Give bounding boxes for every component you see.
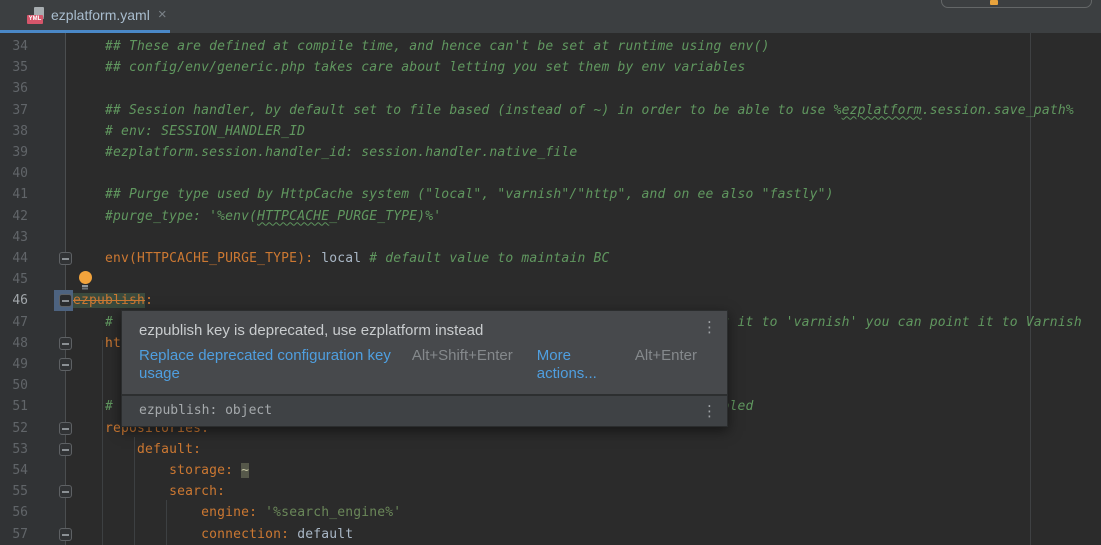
fold-collapse-icon[interactable] [59,337,72,350]
code-token: ## Session handler, by default set to fi… [73,103,842,118]
code-line: ## These are defined at compile time, an… [73,36,770,57]
code-area[interactable]: ## These are defined at compile time, an… [0,33,1101,545]
code-token: ## Purge type used by HttpCache system (… [73,187,834,202]
symbol-type-info: ezpublish: object [139,403,272,418]
inspection-popup: ezpublish key is deprecated, use ezplatf… [121,310,728,427]
code-line: ## config/env/generic.php takes care abo… [73,57,746,78]
kebab-menu-icon[interactable]: ⋮ [702,320,717,334]
code-editor[interactable]: 3435363738394041424344454647484950515253… [0,33,1101,545]
code-token: #ezplatform.session.handler_id: session.… [73,145,577,160]
ide-window: YML ezplatform.yaml × 343536373839404142… [0,0,1101,545]
code-token: #purge_type: '%env( [73,209,257,224]
code-line: #purge_type: '%env(HTTPCACHE_PURGE_TYPE)… [73,206,441,227]
code-token: _PURGE_TYPE)%' [329,209,441,224]
inspection-popup-doc: ezpublish: object ⋮ [122,394,727,426]
code-token: env(HTTPCACHE_PURGE_TYPE): [105,251,313,266]
yml-badge: YML [27,15,43,24]
run-widget-partial[interactable] [941,0,1092,8]
tab-close-icon[interactable]: × [158,8,167,22]
intention-bulb-icon[interactable] [79,271,92,284]
code-token: ~ [241,463,249,478]
more-actions-shortcut: Alt+Enter [635,347,697,365]
code-token: connection: [73,527,297,542]
code-token: .session.save_path% [922,103,1074,118]
fold-collapse-icon[interactable] [59,485,72,498]
fold-collapse-icon[interactable] [59,358,72,371]
code-line: # env: SESSION_HANDLER_ID [73,121,305,142]
run-widget-icon [990,0,998,5]
yaml-file-icon: YML [27,7,45,24]
code-token: # env: SESSION_HANDLER_ID [73,124,305,139]
code-token: local [313,251,361,266]
code-line: search: [73,481,225,502]
code-token: HTTPCACHE [257,209,329,224]
fold-collapse-icon[interactable] [59,294,72,307]
code-token [73,251,105,266]
code-line: ## Purge type used by HttpCache system (… [73,184,834,205]
fold-collapse-icon[interactable] [59,252,72,265]
code-line: ## Session handler, by default set to fi… [73,100,1074,121]
editor-tab-bar: YML ezplatform.yaml × [0,0,1101,33]
code-token: default [297,527,353,542]
code-token: ## These are defined at compile time, an… [73,39,770,54]
code-token: : [145,293,153,308]
more-actions-link[interactable]: More actions... [537,347,623,383]
code-line: #ezplatform.session.handler_id: session.… [73,142,577,163]
code-line: storage: ~ [73,460,249,481]
code-token: # default value to maintain BC [361,251,609,266]
code-token: engine: [73,505,265,520]
quick-fix-shortcut: Alt+Shift+Enter [412,347,513,365]
code-token: storage: [73,463,241,478]
code-token: default: [73,442,201,457]
tab-title: ezplatform.yaml [51,7,150,23]
code-line: connection: default [73,524,353,545]
fold-collapse-icon[interactable] [59,422,72,435]
code-token: search: [73,484,225,499]
fold-collapse-icon[interactable] [59,443,72,456]
code-token: ## config/env/generic.php takes care abo… [73,60,746,75]
fold-collapse-icon[interactable] [59,528,72,541]
tab-ezplatform-yaml[interactable]: YML ezplatform.yaml × [0,0,170,30]
inspection-message: ezpublish key is deprecated, use ezplatf… [139,321,697,340]
code-line: engine: '%search_engine%' [73,502,401,523]
inspection-popup-main: ezpublish key is deprecated, use ezplatf… [122,311,727,394]
code-token: ezpublish [73,293,145,308]
code-token: ezplatform [842,103,922,118]
code-line: default: [73,439,201,460]
quick-fix-link[interactable]: Replace deprecated configuration key usa… [139,347,399,383]
kebab-menu-icon[interactable]: ⋮ [702,404,717,418]
code-line: ezpublish: [73,290,153,311]
code-token: '%search_engine%' [265,505,401,520]
code-line: env(HTTPCACHE_PURGE_TYPE): local # defau… [73,248,609,269]
inspection-actions-row: Replace deprecated configuration key usa… [139,347,697,383]
